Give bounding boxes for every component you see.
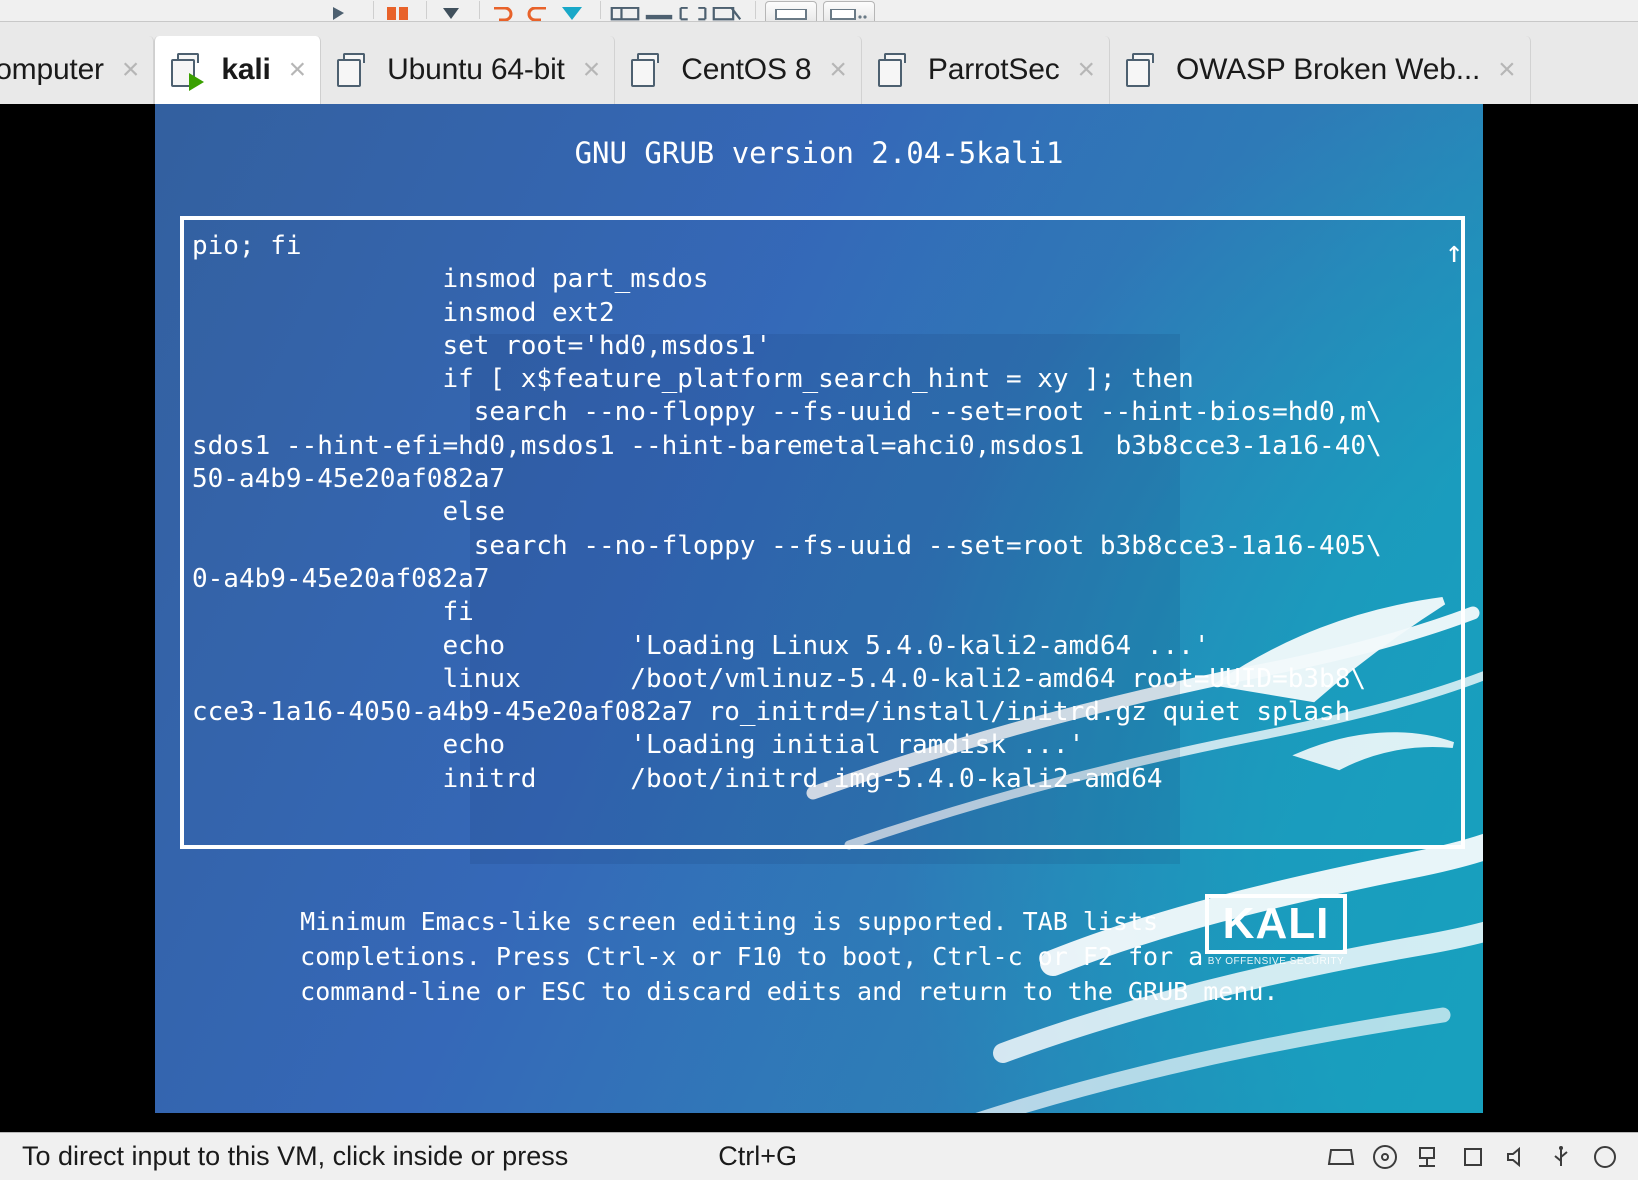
vm-icon xyxy=(1126,51,1166,89)
vm-console-area[interactable]: KALI BY OFFENSIVE SECURITY GNU GRUB vers… xyxy=(0,104,1638,1132)
status-device-icons xyxy=(1326,1142,1638,1172)
floppy-icon[interactable] xyxy=(1458,1142,1488,1172)
vm-icon xyxy=(878,51,918,89)
close-icon[interactable]: × xyxy=(122,55,140,85)
tab-centos-8[interactable]: CentOS 8 × xyxy=(615,36,862,104)
status-shortcut-text: Ctrl+G xyxy=(718,1141,797,1172)
tab-parrotsec[interactable]: ParrotSec × xyxy=(862,36,1110,104)
status-bar: To direct input to this VM, click inside… xyxy=(0,1132,1638,1180)
tab-ubuntu-64-bit[interactable]: Ubuntu 64-bit × xyxy=(321,36,615,104)
cd-dvd-icon[interactable] xyxy=(1370,1142,1400,1172)
sound-card-icon[interactable] xyxy=(1502,1142,1532,1172)
toolbar-divider xyxy=(373,1,374,19)
grub-screen[interactable]: KALI BY OFFENSIVE SECURITY GNU GRUB vers… xyxy=(155,104,1483,1113)
unity-mode-icon[interactable] xyxy=(765,1,817,21)
hard-disk-icon[interactable] xyxy=(1326,1142,1356,1172)
snapshot-manager-icon[interactable] xyxy=(557,1,587,21)
tab-label: ParrotSec xyxy=(928,53,1060,87)
close-icon[interactable]: × xyxy=(583,55,601,85)
network-adapter-icon[interactable] xyxy=(1414,1142,1444,1172)
vm-running-icon xyxy=(171,51,211,89)
grub-version-title: GNU GRUB version 2.04-5kali1 xyxy=(155,136,1483,170)
more-options-icon[interactable] xyxy=(823,1,875,21)
grub-edit-text[interactable]: pio; fi insmod part_msdos insmod ext2 se… xyxy=(192,230,1450,796)
grub-edit-box[interactable]: pio; fi insmod part_msdos insmod ext2 se… xyxy=(180,216,1465,849)
close-icon[interactable]: × xyxy=(289,55,307,85)
status-hint-text: To direct input to this VM, click inside… xyxy=(22,1141,568,1172)
tab-my-computer[interactable]: My Computer × xyxy=(0,36,154,104)
toolbar-group-power xyxy=(330,0,881,21)
tab-owasp-broken-web[interactable]: OWASP Broken Web... × xyxy=(1110,36,1531,104)
tab-label: kali xyxy=(221,53,270,87)
scroll-up-arrow-icon[interactable]: ↑ xyxy=(1445,238,1463,268)
grub-help-text: Minimum Emacs-like screen editing is sup… xyxy=(255,904,1455,1009)
power-on-icon[interactable] xyxy=(330,1,360,21)
toolbar-divider xyxy=(479,1,480,19)
vm-icon xyxy=(337,51,377,89)
tab-label: OWASP Broken Web... xyxy=(1176,53,1480,87)
toolbar-divider xyxy=(755,1,756,19)
vm-icon xyxy=(631,51,671,89)
show-library-icon[interactable] xyxy=(610,1,640,21)
vm-tab-bar: My Computer × kali × Ubuntu 64-bit × Cen… xyxy=(0,22,1638,104)
console-view-icon[interactable] xyxy=(678,1,708,21)
dropdown-arrow-icon[interactable] xyxy=(436,1,466,21)
close-icon[interactable]: × xyxy=(1078,55,1096,85)
fullscreen-icon[interactable] xyxy=(712,1,742,21)
vmware-workstation-window: My Computer × kali × Ubuntu 64-bit × Cen… xyxy=(0,0,1638,1180)
tab-label: Ubuntu 64-bit xyxy=(387,53,565,87)
tab-label: My Computer xyxy=(0,53,104,87)
tab-label: CentOS 8 xyxy=(681,53,811,87)
usb-icon[interactable] xyxy=(1546,1142,1576,1172)
suspend-icon[interactable] xyxy=(383,1,413,21)
show-thumbnail-bar-icon[interactable] xyxy=(644,1,674,21)
tab-kali[interactable]: kali × xyxy=(154,36,321,104)
close-icon[interactable]: × xyxy=(829,55,847,85)
toolbar-divider xyxy=(426,1,427,19)
printer-icon[interactable] xyxy=(1590,1142,1620,1172)
snapshot-take-icon[interactable] xyxy=(489,1,519,21)
snapshot-revert-icon[interactable] xyxy=(523,1,553,21)
main-toolbar xyxy=(0,0,1638,22)
close-icon[interactable]: × xyxy=(1498,55,1516,85)
toolbar-divider xyxy=(600,1,601,19)
